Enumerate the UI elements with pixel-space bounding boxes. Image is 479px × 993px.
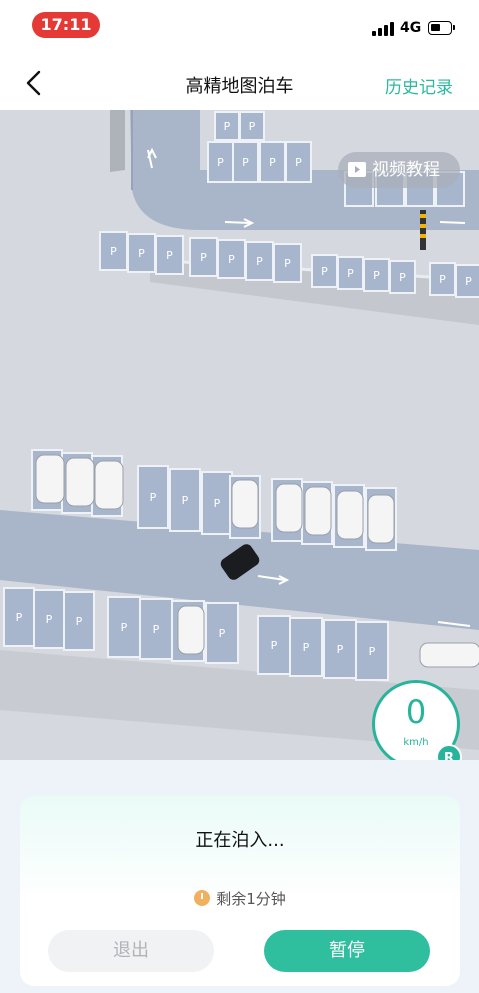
parking-status-text: 正在泊入... — [195, 830, 285, 851]
network-label: 4G — [400, 20, 422, 36]
battery-icon — [428, 21, 455, 35]
parking-spot-label: P — [303, 641, 310, 654]
parking-spot-label: P — [439, 273, 446, 286]
parking-spot-label: P — [369, 645, 376, 658]
parking-spot-label: P — [373, 269, 380, 282]
parking-spot-label: P — [347, 267, 354, 280]
parking-spot-label: P — [465, 275, 472, 288]
remaining-time-label: 剩余1分钟 — [216, 890, 286, 908]
nav-header: 高精地图泊车 历史记录 — [0, 58, 479, 110]
remaining-time: 剩余1分钟 — [20, 888, 460, 909]
parking-spot-label: P — [214, 497, 221, 510]
parking-spot-label: P — [150, 491, 157, 504]
parking-spot-label: P — [224, 120, 231, 133]
time-pill: 17:11 — [32, 12, 100, 38]
parking-spot-label: P — [228, 253, 235, 266]
signal-icon — [372, 22, 396, 36]
parking-spot-label: P — [121, 621, 128, 634]
parking-spot-label: P — [153, 623, 160, 636]
parking-status-panel: 正在泊入... 剩余1分钟 退出 暂停 — [20, 796, 460, 986]
video-icon — [348, 162, 366, 177]
parking-spot-label: P — [269, 156, 276, 169]
parking-spot-label: P — [271, 639, 278, 652]
parking-spot-label: P — [138, 247, 145, 260]
parking-map: PPPPPPPPPPPPPPPPPPPPPPPPPPPPPPPPP 视频教程 0… — [0, 110, 479, 780]
speed-value: 0 — [405, 693, 427, 731]
parking-spot-label: P — [256, 255, 263, 268]
parking-spot-label: P — [182, 494, 189, 507]
parking-spot-label: P — [249, 120, 256, 133]
exit-button[interactable]: 退出 — [48, 930, 214, 972]
parking-spot-label: P — [76, 615, 83, 628]
map-canvas: PPPPPPPPPPPPPPPPPPPPPPPPPPPPPPPPP — [0, 110, 479, 750]
parking-spot-label: P — [284, 257, 291, 270]
history-button[interactable]: 历史记录 — [385, 73, 453, 98]
pause-button[interactable]: 暂停 — [264, 930, 430, 972]
status-bar: 17:11 4G — [0, 0, 479, 50]
parking-spot-label: P — [295, 156, 302, 169]
video-tutorial-label: 视频教程 — [372, 160, 440, 180]
parking-spot-label: P — [166, 249, 173, 262]
parking-spot-label: P — [16, 611, 23, 624]
clock-icon — [194, 890, 211, 906]
parking-spot-label: P — [399, 271, 406, 284]
parking-spot-label: P — [200, 251, 207, 264]
parking-spot-label: P — [46, 613, 53, 626]
parking-spot-label: P — [219, 627, 226, 640]
parking-spot-label: P — [217, 156, 224, 169]
video-tutorial-button[interactable]: 视频教程 — [338, 152, 460, 188]
parking-spot-label: P — [110, 245, 117, 258]
parking-spot-label: P — [242, 156, 249, 169]
parking-spot-label: P — [321, 265, 328, 278]
parking-spot-label: P — [337, 643, 344, 656]
